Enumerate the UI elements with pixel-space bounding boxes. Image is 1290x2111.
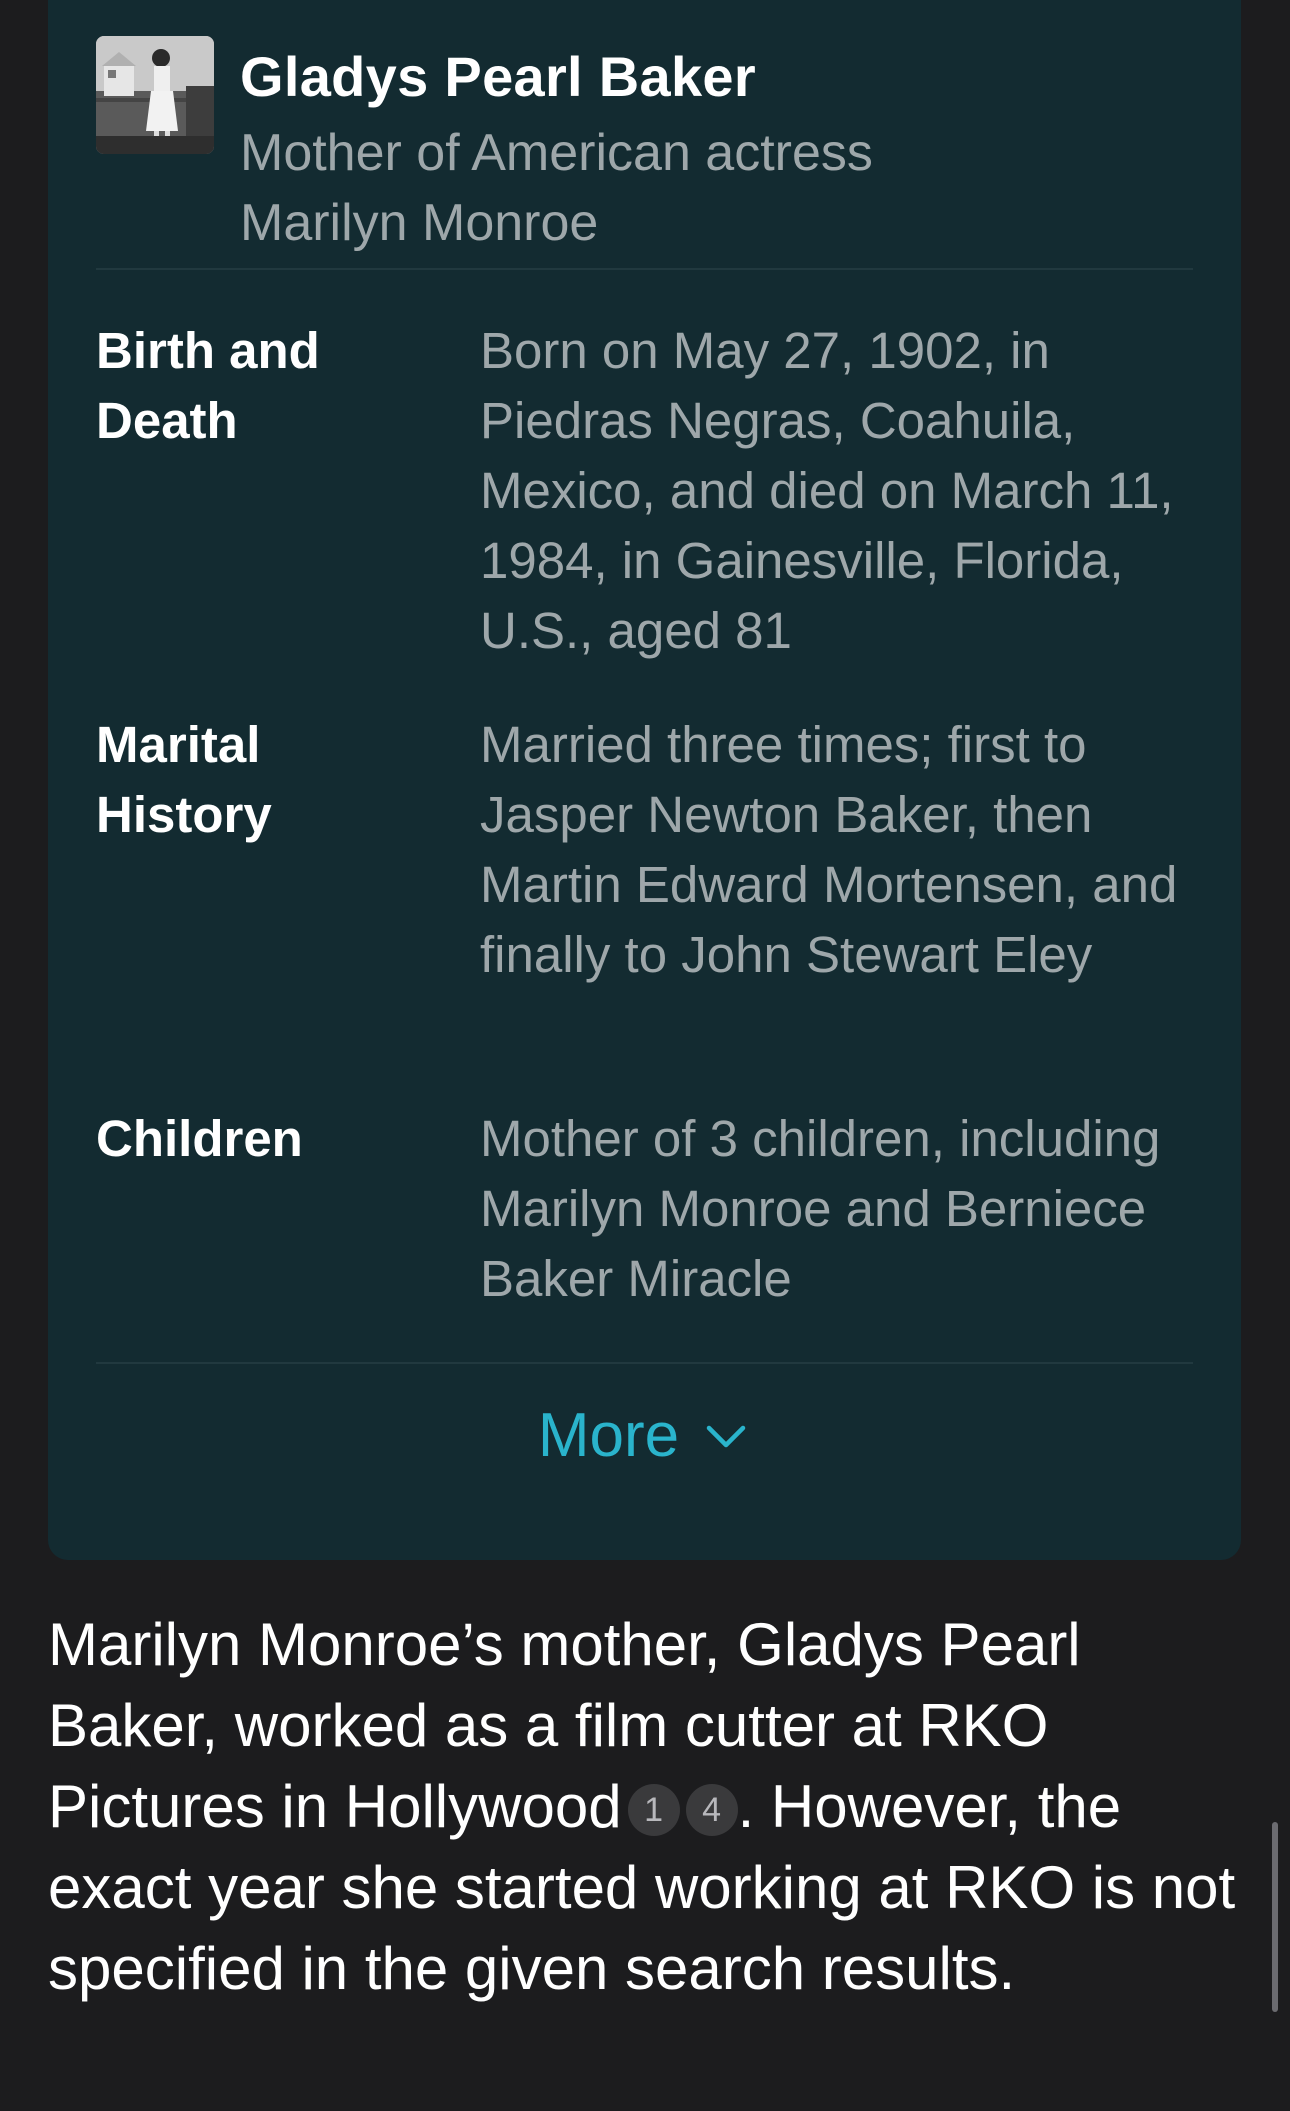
citation-badge[interactable]: 1 — [627, 1784, 680, 1836]
more-button[interactable]: More — [48, 1390, 1241, 1480]
scrollbar[interactable] — [1272, 1822, 1278, 2012]
children-value: Mother of 3 children, including Marilyn … — [480, 1110, 1161, 1307]
profile-card: Gladys Pearl Baker Mother of American ac… — [48, 0, 1241, 1560]
profile-header: Gladys Pearl Baker Mother of American ac… — [96, 36, 1193, 252]
more-label: More — [537, 1400, 680, 1470]
answer-text: Marilyn Monroe’s mother, Gladys Pearl Ba… — [48, 1604, 1248, 2009]
chevron-down-icon — [701, 1412, 751, 1462]
person-name: Gladys Pearl Baker — [240, 45, 756, 108]
profile-photo[interactable] — [96, 36, 214, 154]
citation-badge[interactable]: 4 — [685, 1784, 738, 1836]
marital-history-value: Married three times; first to Jasper New… — [480, 716, 1178, 983]
birth-death-label: Birth and Death — [96, 322, 320, 449]
birth-death-value: Born on May 27, 1902, in Piedras Negras,… — [480, 322, 1174, 659]
footer-divider — [96, 1362, 1193, 1364]
marital-history-label: Marital History — [96, 716, 272, 843]
header-divider — [96, 268, 1193, 270]
photo-image — [96, 36, 214, 154]
person-description: Mother of American actress Marilyn Monro… — [240, 124, 873, 252]
children-label: Children — [96, 1110, 303, 1167]
